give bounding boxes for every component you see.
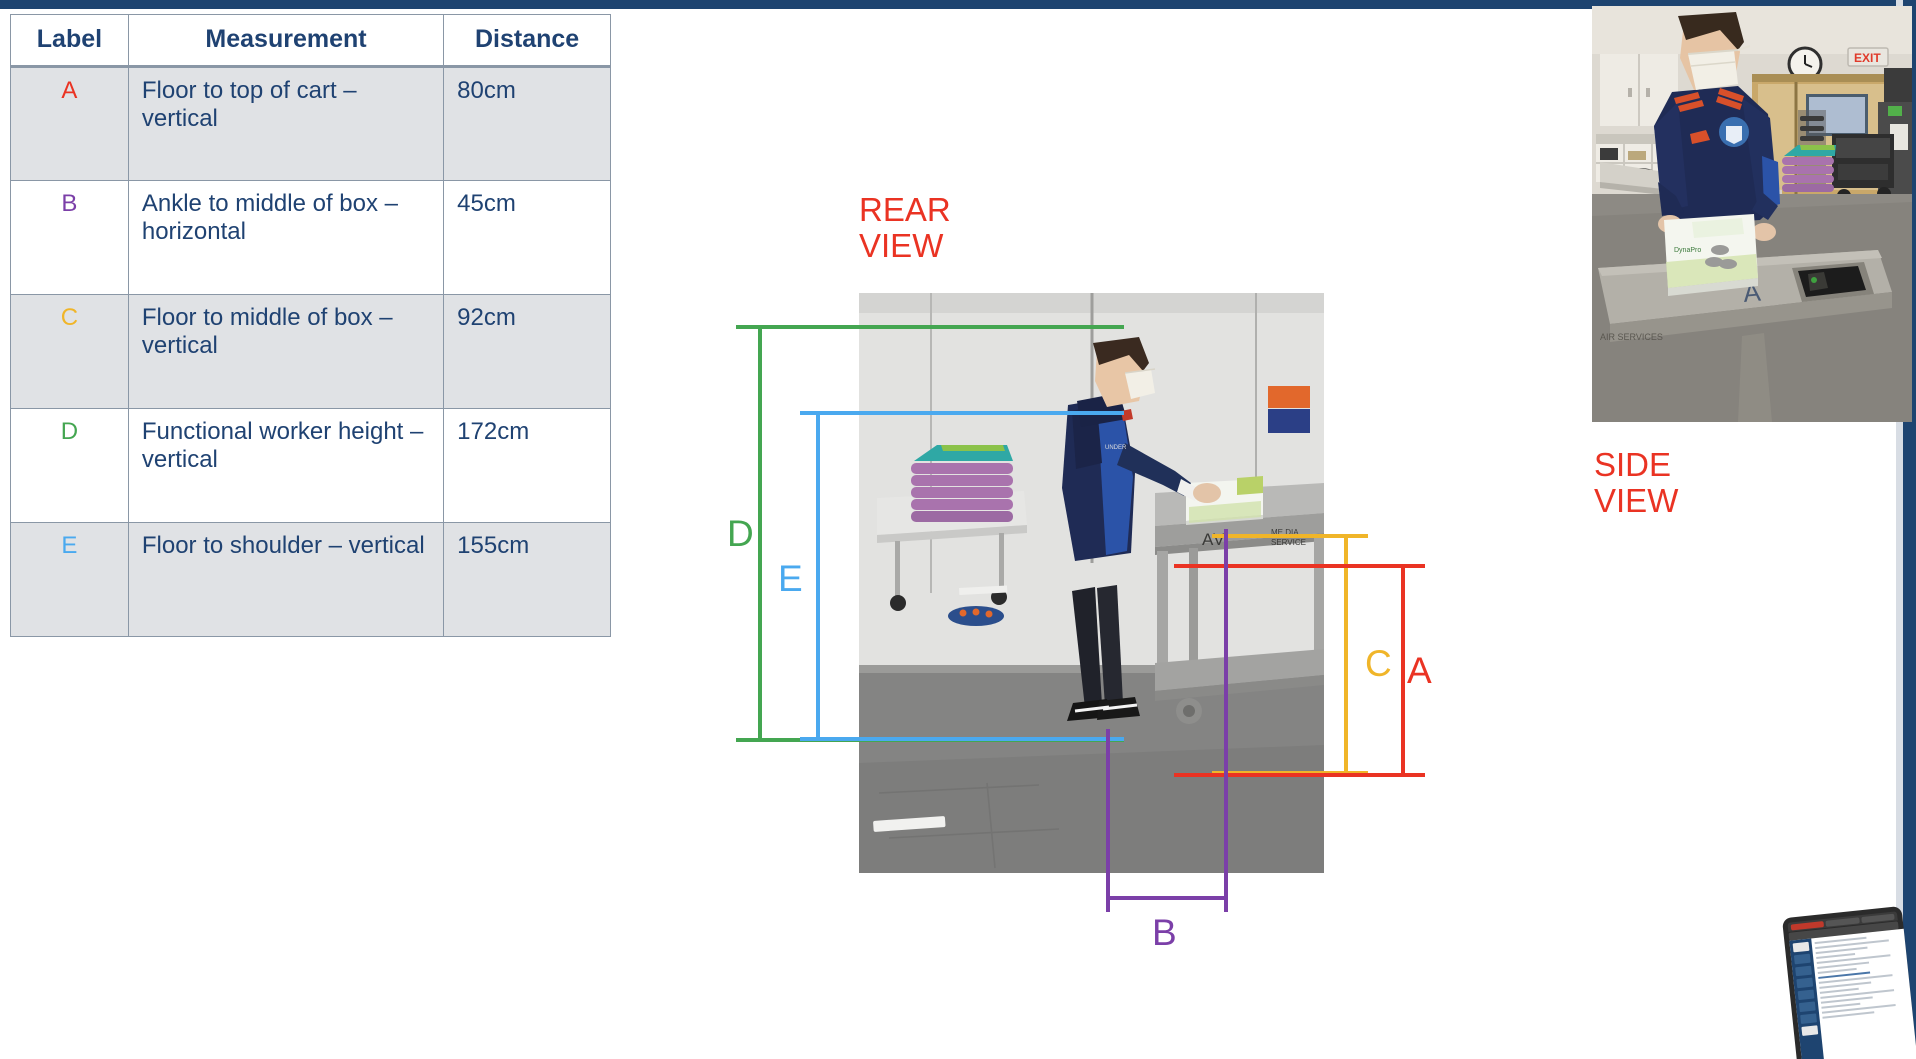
rear-view-photo-illustration: AV ME DIA SERVICE UNDER: [859, 293, 1324, 873]
row-label-b: B: [10, 179, 129, 295]
rear-view-photo: AV ME DIA SERVICE UNDER: [859, 293, 1324, 873]
table-header: Label Measurement Distance: [10, 14, 611, 68]
svg-text:SERVICE: SERVICE: [1271, 538, 1306, 547]
row-label-c: C: [10, 293, 129, 409]
row-measurement-d: Functional worker height – vertical: [127, 407, 445, 523]
table-row: E Floor to shoulder – vertical 155cm: [10, 521, 611, 637]
side-view-photo-illustration: EXIT A AIR SERVICES DynaPro: [1592, 6, 1912, 422]
nav-rail-item[interactable]: [1800, 1013, 1817, 1024]
row-label-a: A: [10, 65, 129, 181]
table-row: D Functional worker height – vertical 17…: [10, 407, 611, 523]
svg-text:UNDER: UNDER: [1105, 445, 1127, 451]
nav-rail-item[interactable]: [1793, 953, 1811, 965]
annotation-label-e: E: [778, 558, 803, 599]
course-nav-list: [1811, 929, 1916, 1059]
table-body: A Floor to top of cart – vertical 80cm B…: [10, 65, 611, 637]
row-measurement-a: Floor to top of cart – vertical: [127, 65, 445, 181]
side-view-caption: SIDE VIEW: [1594, 446, 1679, 519]
annotation-label-d: D: [727, 513, 754, 554]
column-header-label: Label: [10, 14, 129, 68]
nav-rail-item[interactable]: [1801, 1025, 1819, 1036]
row-measurement-b: Ankle to middle of box – horizontal: [127, 179, 445, 295]
row-label-d: D: [10, 407, 129, 523]
column-header-distance: Distance: [443, 14, 611, 68]
svg-text:EXIT: EXIT: [1854, 51, 1881, 65]
column-header-measurement: Measurement: [127, 14, 445, 68]
annotation-label-a: A: [1407, 650, 1432, 691]
nav-rail-item[interactable]: [1792, 941, 1810, 953]
row-measurement-e: Floor to shoulder – vertical: [127, 521, 445, 637]
svg-text:DynaPro: DynaPro: [1674, 247, 1701, 254]
table-row: C Floor to middle of box – vertical 92cm: [10, 293, 611, 409]
svg-text:AIR SERVICES: AIR SERVICES: [1600, 332, 1663, 342]
row-measurement-c: Floor to middle of box – vertical: [127, 293, 445, 409]
row-distance-e: 155cm: [443, 521, 611, 637]
row-distance-d: 172cm: [443, 407, 611, 523]
row-distance-a: 80cm: [443, 65, 611, 181]
row-distance-c: 92cm: [443, 293, 611, 409]
rear-view-caption: REAR VIEW: [859, 191, 951, 264]
svg-text:AV: AV: [1202, 530, 1225, 549]
annotation-label-b: B: [1152, 912, 1177, 953]
annotation-label-c: C: [1365, 643, 1392, 684]
slide-canvas: Label Measurement Distance A Floor to to…: [0, 0, 1916, 1059]
svg-text:ME DIA: ME DIA: [1271, 528, 1299, 537]
table-row: A Floor to top of cart – vertical 80cm: [10, 65, 611, 181]
measurements-table: Label Measurement Distance A Floor to to…: [10, 14, 611, 637]
table-header-row: Label Measurement Distance: [10, 14, 611, 68]
nav-rail-item[interactable]: [1798, 1001, 1816, 1013]
background-browser-window[interactable]: [1781, 905, 1916, 1059]
side-view-photo: EXIT A AIR SERVICES DynaPro: [1592, 6, 1912, 422]
nav-rail-item[interactable]: [1795, 965, 1812, 977]
nav-rail-item[interactable]: [1796, 977, 1814, 989]
row-label-e: E: [10, 521, 129, 637]
nav-rail-item[interactable]: [1797, 989, 1815, 1001]
browser-viewport: [1789, 928, 1916, 1059]
row-distance-b: 45cm: [443, 179, 611, 295]
table-row: B Ankle to middle of box – horizontal 45…: [10, 179, 611, 295]
